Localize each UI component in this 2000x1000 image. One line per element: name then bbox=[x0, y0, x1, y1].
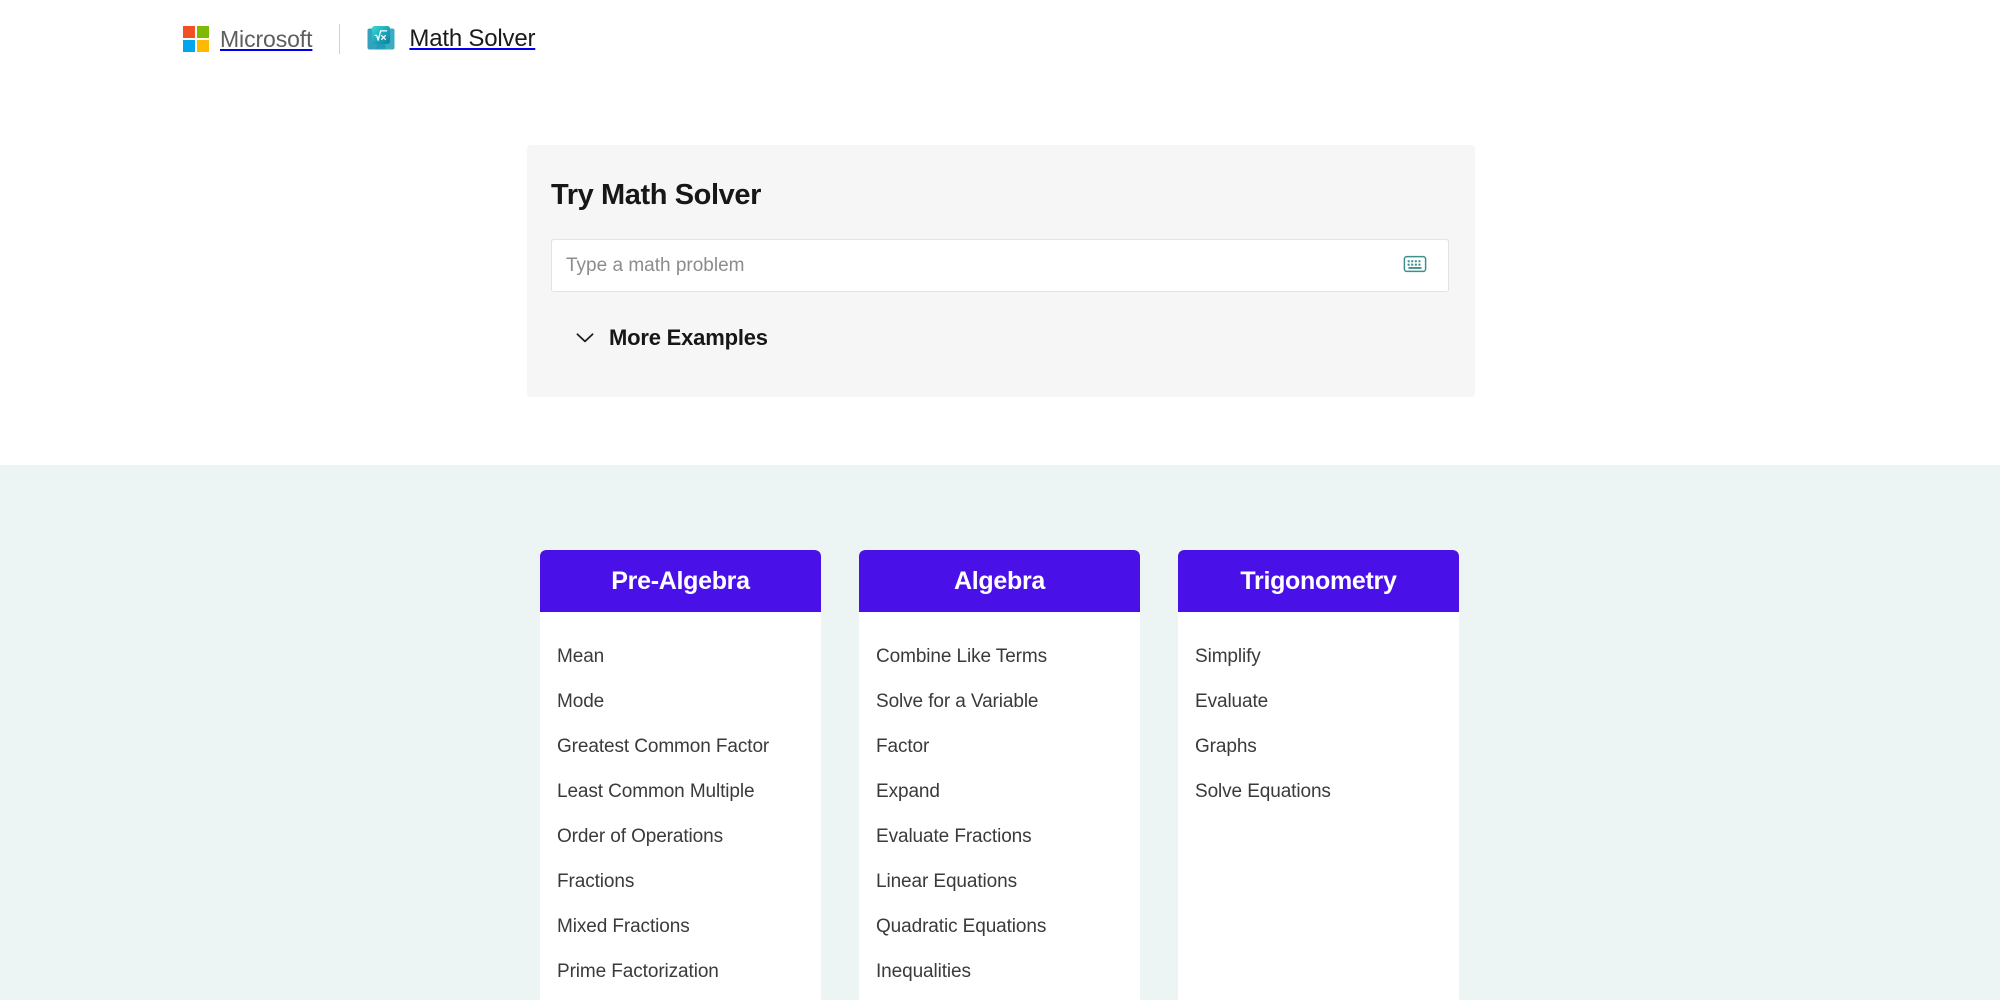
category-list-trigonometry: Simplify Evaluate Graphs Solve Equations bbox=[1178, 612, 1459, 814]
logo-square-blue bbox=[183, 40, 195, 52]
header-divider bbox=[339, 24, 341, 54]
list-item[interactable]: Prime Factorization bbox=[540, 949, 821, 994]
microsoft-home-link[interactable]: Microsoft bbox=[183, 25, 313, 53]
math-solver-wordmark: Math Solver bbox=[409, 25, 536, 52]
chevron-down-icon bbox=[575, 328, 595, 348]
math-solver-icon bbox=[366, 24, 396, 54]
microsoft-wordmark: Microsoft bbox=[220, 25, 313, 52]
try-math-solver-card: Try Math Solver Type a math problem More… bbox=[527, 145, 1475, 397]
category-header-algebra: Algebra bbox=[859, 550, 1140, 612]
logo-square-yellow bbox=[197, 40, 209, 52]
category-card-pre-algebra: Pre-Algebra Mean Mode Greatest Common Fa… bbox=[540, 550, 821, 1000]
list-item[interactable]: Mode bbox=[540, 679, 821, 724]
category-list-algebra: Combine Like Terms Solve for a Variable … bbox=[859, 612, 1140, 994]
category-cards: Pre-Algebra Mean Mode Greatest Common Fa… bbox=[540, 550, 1459, 1000]
list-item[interactable]: Graphs bbox=[1178, 724, 1459, 769]
list-item[interactable]: Quadratic Equations bbox=[859, 904, 1140, 949]
list-item[interactable]: Evaluate bbox=[1178, 679, 1459, 724]
math-solver-page: Microsoft Math Solver Try Math Solver Ty… bbox=[0, 0, 2000, 1000]
logo-square-red bbox=[183, 26, 195, 38]
list-item[interactable]: Factor bbox=[859, 724, 1140, 769]
list-item[interactable]: Mixed Fractions bbox=[540, 904, 821, 949]
page-title: Try Math Solver bbox=[551, 179, 761, 211]
list-item[interactable]: Order of Operations bbox=[540, 814, 821, 859]
list-item[interactable]: Mean bbox=[540, 634, 821, 679]
more-examples-toggle[interactable]: More Examples bbox=[575, 325, 768, 351]
list-item[interactable]: Combine Like Terms bbox=[859, 634, 1140, 679]
more-examples-label: More Examples bbox=[609, 325, 768, 350]
list-item[interactable]: Evaluate Fractions bbox=[859, 814, 1140, 859]
list-item[interactable]: Inequalities bbox=[859, 949, 1140, 994]
list-item[interactable]: Solve for a Variable bbox=[859, 679, 1140, 724]
list-item[interactable]: Simplify bbox=[1178, 634, 1459, 679]
logo-square-green bbox=[197, 26, 209, 38]
keyboard-icon bbox=[1403, 254, 1427, 277]
category-card-algebra: Algebra Combine Like Terms Solve for a V… bbox=[859, 550, 1140, 1000]
microsoft-logo-icon bbox=[183, 26, 209, 52]
math-solver-home-link[interactable]: Math Solver bbox=[366, 24, 535, 54]
list-item[interactable]: Least Common Multiple bbox=[540, 769, 821, 814]
math-problem-input[interactable] bbox=[566, 240, 1396, 291]
category-card-trigonometry: Trigonometry Simplify Evaluate Graphs So… bbox=[1178, 550, 1459, 1000]
category-header-trigonometry: Trigonometry bbox=[1178, 550, 1459, 612]
site-header: Microsoft Math Solver bbox=[0, 0, 2000, 78]
category-title: Algebra bbox=[954, 566, 1045, 595]
list-item[interactable]: Solve Equations bbox=[1178, 769, 1459, 814]
list-item[interactable]: Greatest Common Factor bbox=[540, 724, 821, 769]
list-item[interactable]: Linear Equations bbox=[859, 859, 1140, 904]
list-item[interactable]: Fractions bbox=[540, 859, 821, 904]
keyboard-button[interactable] bbox=[1396, 249, 1434, 283]
category-title: Trigonometry bbox=[1240, 566, 1397, 595]
category-header-pre-algebra: Pre-Algebra bbox=[540, 550, 821, 612]
list-item[interactable]: Expand bbox=[859, 769, 1140, 814]
category-title: Pre-Algebra bbox=[611, 566, 750, 595]
category-list-pre-algebra: Mean Mode Greatest Common Factor Least C… bbox=[540, 612, 821, 994]
math-problem-input-row[interactable] bbox=[551, 239, 1449, 292]
